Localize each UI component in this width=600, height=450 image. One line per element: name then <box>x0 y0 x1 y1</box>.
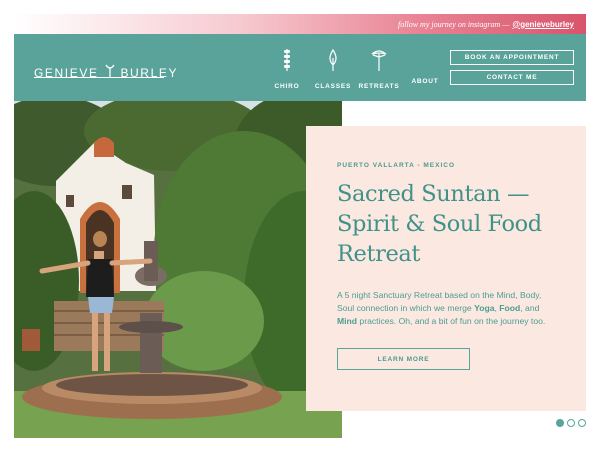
desc-part-4: practices. Oh, and a bit of fun on the j… <box>357 316 546 326</box>
hero-photo <box>14 101 342 438</box>
spine-icon <box>279 48 295 77</box>
nav-item-classes[interactable]: CLASSES <box>310 48 356 92</box>
site-header: GENIEVE BURLEY CHIRO CLASSES RETREATS AB… <box>14 34 586 101</box>
main-nav: CHIRO CLASSES RETREATS ABOUT <box>264 48 448 92</box>
nav-item-retreats[interactable]: RETREATS <box>356 48 402 92</box>
nav-about-spacer <box>417 48 433 72</box>
retreat-title-line-1: Sacred Suntan — <box>337 181 530 207</box>
retreat-title-line-2: Spirit & Soul Food <box>337 211 542 237</box>
nav-item-about[interactable]: ABOUT <box>402 48 448 92</box>
nav-item-chiro[interactable]: CHIRO <box>264 48 310 92</box>
nav-label-chiro: CHIRO <box>274 83 300 90</box>
retreat-title: Sacred Suntan — Spirit & Soul Food Retre… <box>337 179 556 269</box>
retreat-card: PUERTO VALLARTA - MEXICO Sacred Suntan —… <box>306 126 586 411</box>
desc-part-3: , and <box>520 303 540 313</box>
page: follow my journey on instagram — @geniev… <box>0 0 600 450</box>
desc-yoga: Yoga <box>474 303 495 313</box>
location-eyebrow: PUERTO VALLARTA - MEXICO <box>337 162 456 169</box>
logo-underline <box>34 77 164 78</box>
retreat-title-line-3: Retreat <box>337 241 421 267</box>
contact-me-button[interactable]: CONTACT ME <box>450 70 574 85</box>
nav-label-retreats: RETREATS <box>358 83 400 90</box>
desc-food: Food <box>499 303 521 313</box>
palm-tree-icon <box>371 48 387 77</box>
retreat-description: A 5 night Sanctuary Retreat based on the… <box>337 289 549 328</box>
desc-mind: Mind <box>337 316 358 326</box>
book-appointment-button[interactable]: BOOK AN APPOINTMENT <box>450 50 574 65</box>
hero-photo-illustration <box>14 101 342 438</box>
carousel-dots <box>556 419 586 427</box>
carousel-dot-2[interactable] <box>567 419 575 427</box>
learn-more-button[interactable]: LEARN MORE <box>337 348 470 370</box>
carousel-dot-3[interactable] <box>578 419 586 427</box>
instagram-handle-link[interactable]: @genieveburley <box>512 20 574 29</box>
flame-icon <box>325 48 341 77</box>
nav-label-about: ABOUT <box>411 78 439 85</box>
carousel-dot-1[interactable] <box>556 419 564 427</box>
instagram-follow-text: follow my journey on instagram — <box>398 19 510 29</box>
instagram-bar: follow my journey on instagram — @geniev… <box>14 14 586 34</box>
nav-label-classes: CLASSES <box>314 83 352 90</box>
